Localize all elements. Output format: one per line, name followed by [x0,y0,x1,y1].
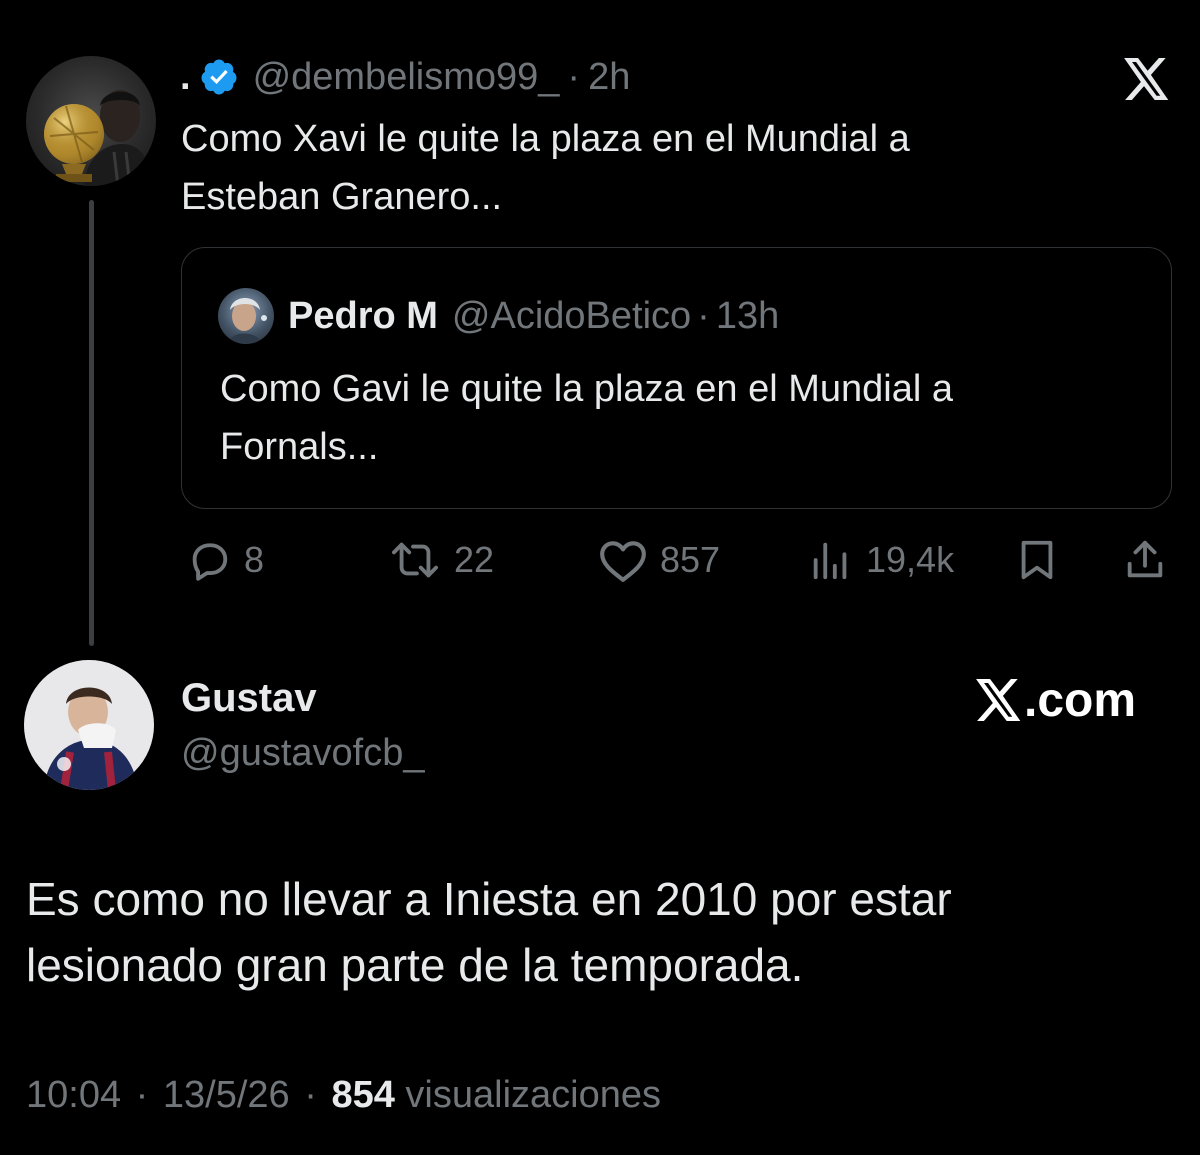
like-button[interactable]: 857 [598,536,720,584]
watermark-text: .com [1024,673,1137,727]
quoted-tweet-text: Como Gavi le quite la plaza en el Mundia… [220,368,953,468]
timestamp[interactable]: 2h [588,56,630,99]
reply-time[interactable]: 10:04 [26,1074,121,1116]
tweet-header: . @dembelismo99_ · 2h [180,52,630,102]
quoted-handle[interactable]: @AcidoBetico [452,295,691,338]
reply-count: 8 [244,539,265,580]
x-logo-icon [1124,58,1169,100]
separator-dot: · [697,294,710,337]
reply-date[interactable]: 13/5/26 [163,1074,290,1116]
share-icon [1127,540,1163,578]
bookmark-icon [1021,540,1053,580]
profile-photo-icon [24,660,154,790]
share-button[interactable] [1122,536,1168,584]
views-count: 19,4k [866,539,955,580]
reply-handle[interactable]: @gustavofcb_ [181,732,425,775]
separator-dot: · [135,1074,149,1116]
reply-display-name[interactable]: Gustav [181,676,317,721]
retweet-icon [392,542,439,578]
like-count: 857 [660,539,721,580]
retweet-count: 22 [454,539,495,580]
separator-dot: · [304,1074,317,1116]
tweet-text: Como Xavi le quite la plaza en el Mundia… [181,118,910,218]
x-logo-icon [976,679,1021,721]
separator-dot: · [567,55,581,98]
avatar[interactable] [26,56,156,186]
views-button[interactable]: 19,4k [808,536,954,584]
retweet-button[interactable]: 22 [388,536,494,584]
bookmark-button[interactable] [1014,536,1060,584]
quoted-timestamp[interactable]: 13h [716,295,779,338]
quoted-display-name[interactable]: Pedro M [288,295,438,338]
profile-photo-icon [44,90,154,186]
thread-connector-line [89,200,94,646]
reply-text: Es como no llevar a Iniesta en 2010 por … [26,873,952,991]
reply-avatar[interactable] [24,660,154,790]
display-name[interactable]: . [180,56,191,99]
reply-metadata: 10:04 · 13/5/26 · 854 visualizaciones [26,1074,661,1117]
reply-icon [192,543,228,581]
reply-button[interactable]: 8 [186,536,264,584]
quoted-avatar [218,288,274,344]
handle[interactable]: @dembelismo99_ [253,56,560,99]
profile-photo-icon [228,298,267,344]
reply-views-label: visualizaciones [405,1074,661,1116]
views-icon [813,542,847,580]
quoted-tweet-header: Pedro M @AcidoBetico · 13h [288,290,779,342]
reply-views-count: 854 [331,1074,395,1116]
like-icon [600,541,646,582]
x-com-watermark: .com [976,672,1136,728]
verified-badge-icon[interactable] [199,57,239,97]
